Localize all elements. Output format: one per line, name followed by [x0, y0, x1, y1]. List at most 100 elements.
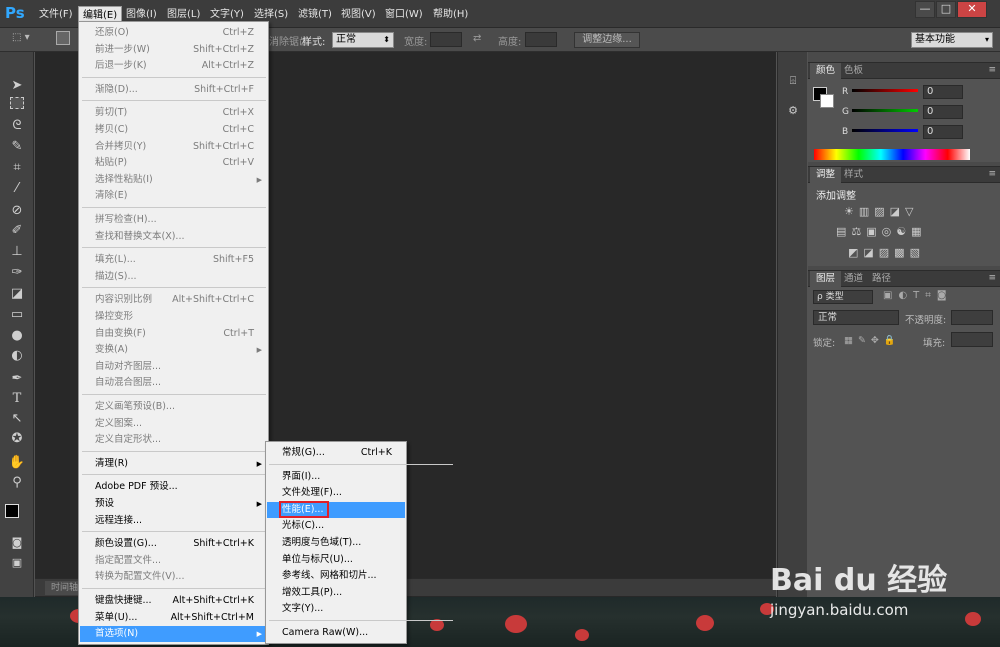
edit-menu-item[interactable]: 自由变换(F) Ctrl+T	[80, 326, 267, 342]
b-input[interactable]: 0	[923, 125, 963, 139]
edit-menu-item[interactable]: 查找和替换文本(X)...	[80, 229, 267, 245]
blend-mode-select[interactable]: 正常	[813, 310, 899, 325]
minimize-button[interactable]: —	[915, 1, 935, 18]
edit-menu-item[interactable]: 菜单(U)... Alt+Shift+Ctrl+M	[80, 610, 267, 626]
b-slider[interactable]	[852, 129, 918, 132]
healing-brush-tool-icon[interactable]: ⊘	[8, 202, 26, 220]
edit-menu-item[interactable]: 还原(O) Ctrl+Z	[80, 25, 267, 41]
g-input[interactable]: 0	[923, 105, 963, 119]
menu-file[interactable]: 文件(F)	[35, 6, 77, 23]
height-input[interactable]	[525, 32, 557, 47]
tab-swatches[interactable]: 色板	[838, 63, 869, 79]
swap-icon[interactable]: ⇄	[473, 33, 481, 44]
edit-menu-item[interactable]: 定义自定形状...	[80, 432, 267, 448]
refine-edge-button[interactable]: 调整边缘...	[574, 32, 640, 48]
shape-tool-icon[interactable]: ✪	[8, 430, 26, 448]
tab-layers[interactable]: 图层	[810, 271, 842, 287]
zoom-tool-icon[interactable]: ⚲	[8, 474, 26, 492]
adjustment-icons-row-3[interactable]: ◩◪▨▩▧	[848, 246, 925, 259]
edit-menu-item[interactable]: 后退一步(K) Alt+Ctrl+Z	[80, 58, 267, 74]
tab-paths[interactable]: 路径	[866, 271, 897, 287]
g-slider[interactable]	[852, 109, 918, 112]
layer-filter-icons[interactable]: ▣◐T⌗◙	[883, 290, 953, 301]
edit-menu-item[interactable]: Adobe PDF 预设...	[80, 479, 267, 495]
edit-menu-item[interactable]: 拷贝(C) Ctrl+C	[80, 122, 267, 138]
edit-menu-item[interactable]: 合并拷贝(Y) Shift+Ctrl+C	[80, 139, 267, 155]
move-tool-icon[interactable]: ➤	[8, 77, 26, 95]
tab-adjustments[interactable]: 调整	[810, 167, 842, 183]
blur-tool-icon[interactable]: ●	[8, 327, 26, 345]
dodge-tool-icon[interactable]: ◐	[8, 347, 26, 365]
edit-menu-item[interactable]: 定义画笔预设(B)...	[80, 399, 267, 415]
type-tool-icon[interactable]: T	[8, 390, 26, 408]
pref-menu-item[interactable]: 界面(I)...	[267, 469, 405, 485]
eraser-tool-icon[interactable]: ◪	[8, 285, 26, 303]
edit-menu-item[interactable]: 远程连接...	[80, 513, 267, 529]
edit-menu-item[interactable]: 首选项(N) ▶	[80, 626, 267, 643]
menu-view[interactable]: 视图(V)	[337, 6, 380, 23]
edit-menu-item[interactable]: 选择性粘贴(I) ▶	[80, 172, 267, 188]
edit-menu-item[interactable]: 内容识别比例 Alt+Shift+Ctrl+C	[80, 292, 267, 308]
edit-menu-item[interactable]: 转换为配置文件(V)...	[80, 569, 267, 585]
pref-menu-item[interactable]: 文字(Y)...	[267, 601, 405, 617]
history-panel-icon[interactable]: ⌹	[784, 72, 802, 90]
fill-input[interactable]	[951, 332, 993, 347]
pref-menu-item[interactable]: 文件处理(F)...	[267, 485, 405, 501]
edit-menu-item[interactable]: 剪切(T) Ctrl+X	[80, 105, 267, 121]
color-ramp[interactable]	[814, 149, 970, 160]
marquee-tool-preset-icon[interactable]: ⬚ ▾	[12, 32, 30, 43]
tab-styles[interactable]: 样式	[838, 167, 869, 183]
edit-menu-item[interactable]: 操控变形	[80, 309, 267, 325]
clone-stamp-tool-icon[interactable]: ⊥	[8, 243, 26, 261]
panel-menu-icon[interactable]: ≡	[988, 273, 996, 283]
edit-menu-item[interactable]: 键盘快捷键... Alt+Shift+Ctrl+K	[80, 593, 267, 609]
r-input[interactable]: 0	[923, 85, 963, 99]
color-bg-swatch[interactable]	[820, 94, 834, 108]
new-selection-icon[interactable]	[56, 31, 70, 45]
pref-menu-item[interactable]: 常规(G)... Ctrl+K	[267, 445, 405, 461]
width-input[interactable]	[430, 32, 462, 47]
hand-tool-icon[interactable]: ✋	[8, 454, 26, 472]
edit-menu-item[interactable]: 变换(A) ▶	[80, 342, 267, 358]
screen-mode-icon[interactable]: ▣	[8, 554, 26, 572]
menu-help[interactable]: 帮助(H)	[429, 6, 472, 23]
tab-channels[interactable]: 通道	[838, 271, 869, 287]
menu-filter[interactable]: 滤镜(T)	[294, 6, 336, 23]
crop-tool-icon[interactable]: ⌗	[8, 159, 26, 177]
pref-menu-item[interactable]: 透明度与色域(T)...	[267, 535, 405, 551]
maximize-button[interactable]: □	[936, 1, 956, 18]
panel-menu-icon[interactable]: ≡	[988, 65, 996, 75]
pref-menu-item[interactable]: 参考线、网格和切片...	[267, 568, 405, 584]
edit-menu-item[interactable]: 前进一步(W) Shift+Ctrl+Z	[80, 42, 267, 58]
close-button[interactable]: ✕	[957, 1, 987, 18]
adjustment-icons-row-1[interactable]: ☀▥▨◪▽	[844, 205, 919, 218]
edit-menu-item[interactable]: 描边(S)...	[80, 269, 267, 285]
edit-menu-item[interactable]: 清理(R) ▶	[80, 456, 267, 472]
marquee-tool-icon[interactable]	[10, 97, 24, 109]
menu-window[interactable]: 窗口(W)	[381, 6, 427, 23]
edit-menu-item[interactable]: 自动对齐图层...	[80, 359, 267, 375]
edit-menu-item[interactable]: 粘贴(P) Ctrl+V	[80, 155, 267, 171]
adjustment-icons-row-2[interactable]: ▤⚖▣◎☯▦	[836, 225, 927, 238]
style-select[interactable]: 正常 ⬍	[332, 32, 394, 48]
pref-menu-item[interactable]: 单位与标尺(U)...	[267, 552, 405, 568]
edit-menu-item[interactable]: 颜色设置(G)... Shift+Ctrl+K	[80, 536, 267, 552]
pref-menu-item[interactable]: 光标(C)...	[267, 518, 405, 534]
foreground-color-swatch[interactable]	[5, 504, 19, 518]
r-slider[interactable]	[852, 89, 918, 92]
path-selection-tool-icon[interactable]: ↖	[8, 410, 26, 428]
gradient-tool-icon[interactable]: ▭	[8, 306, 26, 324]
edit-menu-item[interactable]: 拼写检查(H)...	[80, 212, 267, 228]
opacity-input[interactable]	[951, 310, 993, 325]
brush-tool-icon[interactable]: ✐	[8, 222, 26, 240]
quick-mask-icon[interactable]: ◙	[8, 534, 26, 552]
pref-menu-item[interactable]: 增效工具(P)...	[267, 585, 405, 601]
layer-filter-select[interactable]: ρ 类型	[813, 290, 873, 304]
history-brush-tool-icon[interactable]: ✑	[8, 264, 26, 282]
edit-menu-item[interactable]: 预设 ▶	[80, 496, 267, 512]
properties-panel-icon[interactable]: ⚙	[784, 102, 802, 120]
edit-menu-item[interactable]: 渐隐(D)... Shift+Ctrl+F	[80, 82, 267, 98]
quick-select-tool-icon[interactable]: ✎	[8, 138, 26, 156]
edit-menu-item[interactable]: 自动混合图层...	[80, 375, 267, 391]
workspace-select[interactable]: 基本功能 ▾	[911, 32, 993, 48]
